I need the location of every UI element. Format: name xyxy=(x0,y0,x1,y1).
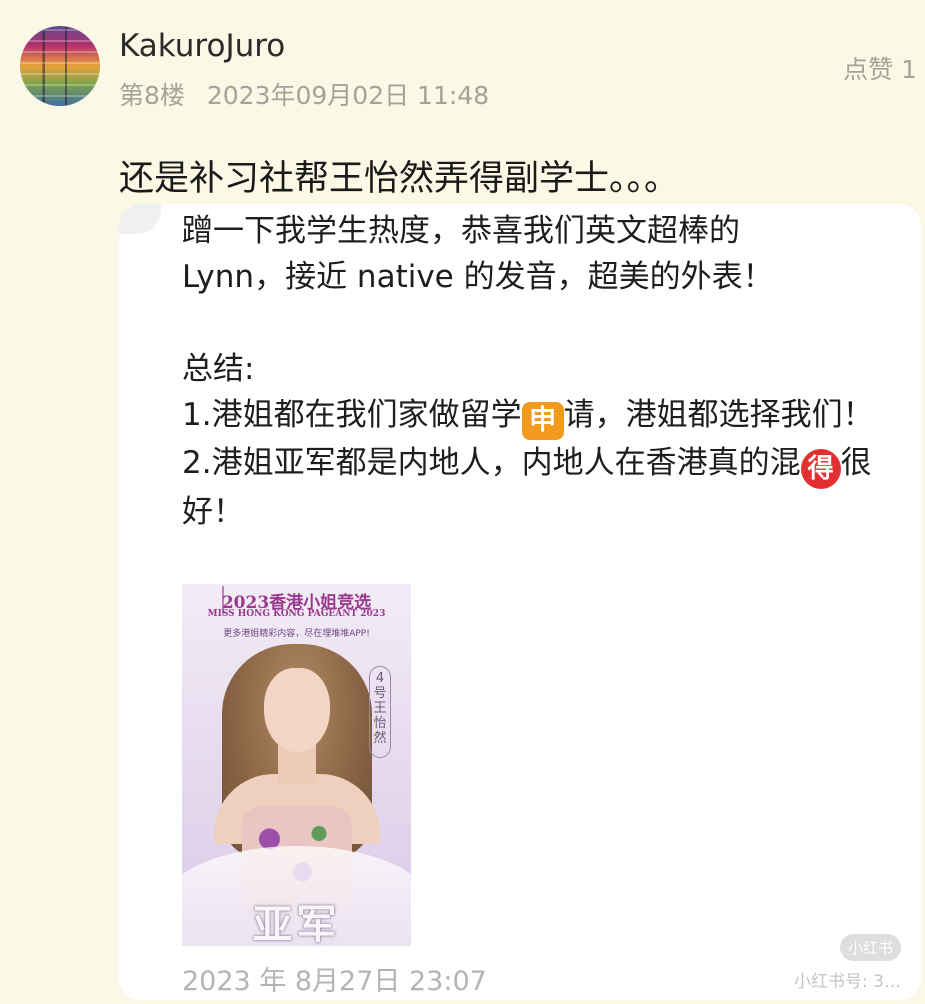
xiaohongshu-logo-icon: 小红书 xyxy=(839,934,901,961)
comment-text: 还是补习社帮王怡然弄得副学士。。。 xyxy=(119,159,680,199)
shen-emoji-icon: 申 xyxy=(521,402,564,440)
like-button[interactable]: 点赞 1 xyxy=(843,50,917,86)
quoted-post-text: 蹭一下我学生热度，恭喜我们英文超棒的 Lynn，接近 native 的发音，超美… xyxy=(182,208,902,535)
summary-label: 总结: xyxy=(182,351,255,387)
photo-subtitle: MISS HONG KONG PAGEANT 2023 xyxy=(207,609,386,619)
pageant-photo[interactable]: 2023香港小姐竞选 MISS HONG KONG PAGEANT 2023 更… xyxy=(182,584,411,946)
contestant-tag: 4号 王怡然 xyxy=(369,666,391,758)
post-timestamp: 2023年09月02日 11:48 xyxy=(206,81,490,110)
watermark-text: 小红书号: 3… xyxy=(794,972,901,992)
quoted-line-2: Lynn，接近 native 的发音，超美的外表！ xyxy=(182,259,774,295)
user-avatar[interactable] xyxy=(20,26,100,106)
de-emoji-icon: 得 xyxy=(800,449,841,489)
summary-item-1: 1.港姐都在我们家做留学申请，港姐都选择我们！ xyxy=(182,392,902,440)
floor-number: 第8楼 xyxy=(119,81,185,110)
quoted-screenshot-card: 蹭一下我学生热度，恭喜我们英文超棒的 Lynn，接近 native 的发音，超美… xyxy=(119,204,921,1000)
quoted-avatar xyxy=(119,204,161,234)
photo-rank: 亚军 xyxy=(252,901,341,946)
post-meta: 第8楼 2023年09月02日 11:48 xyxy=(119,76,489,112)
quoted-post-date: 2023 年 8月27日 23:07 xyxy=(182,966,487,997)
photo-promo: 更多港姐精彩内容，尽在埋堆堆APP! xyxy=(223,629,370,639)
summary-item-2: 2.港姐亚军都是内地人，内地人在香港真的混得很好！ xyxy=(182,445,872,530)
comment-post: KakuroJuro 第8楼 2023年09月02日 11:48 点赞 1 还是… xyxy=(0,0,925,1004)
portrait-face xyxy=(264,668,330,752)
username[interactable]: KakuroJuro xyxy=(119,28,285,64)
quoted-line-1: 蹭一下我学生热度，恭喜我们英文超棒的 xyxy=(182,213,740,249)
